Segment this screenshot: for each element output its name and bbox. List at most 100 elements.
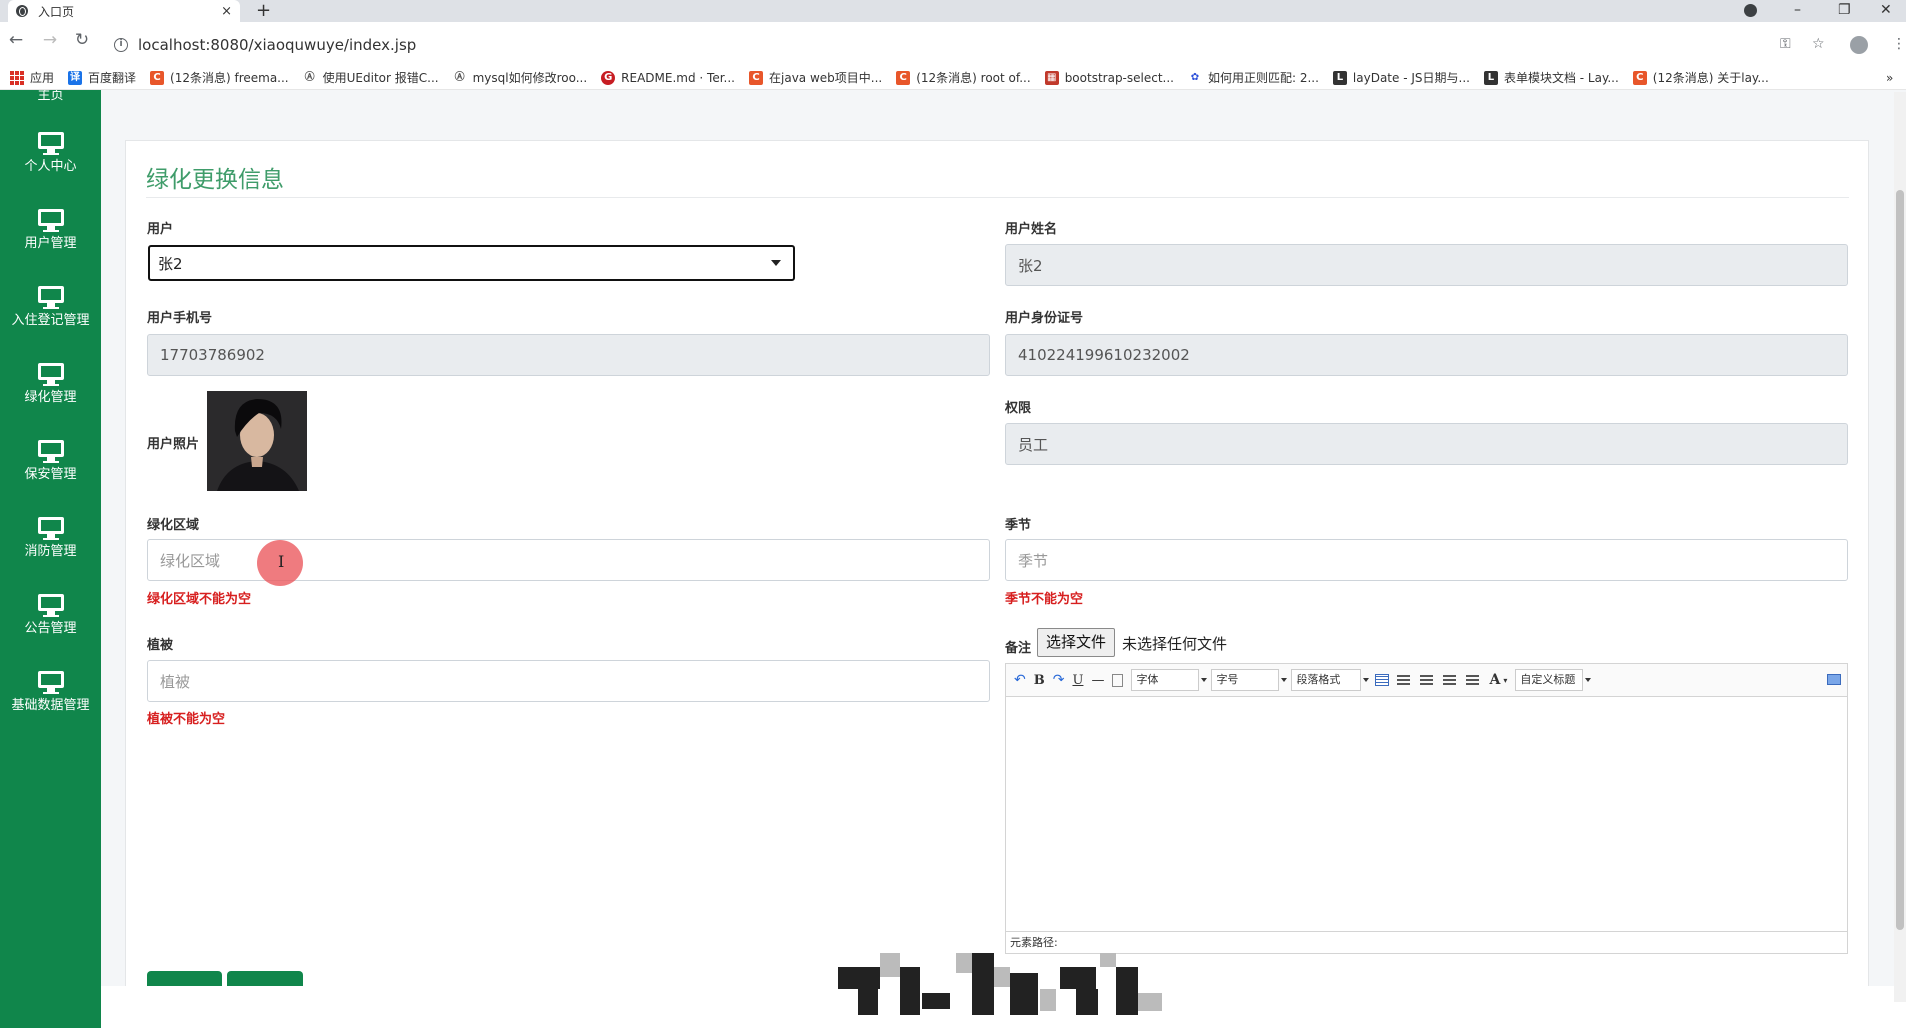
minimize-button[interactable]: – bbox=[1794, 0, 1801, 22]
bookmark-item[interactable]: C (12条消息) freema... bbox=[150, 69, 289, 86]
back-icon[interactable]: ← bbox=[4, 30, 28, 50]
close-window-button[interactable]: ✕ bbox=[1880, 0, 1892, 22]
pixelated-watermark bbox=[838, 953, 1183, 1015]
bookmark-item[interactable]: C (12条消息) 关于lay... bbox=[1632, 69, 1769, 86]
table-icon[interactable] bbox=[1375, 674, 1390, 686]
bookmarks-more-icon[interactable]: » bbox=[1886, 71, 1893, 85]
menu-dots-icon[interactable]: ⋮ bbox=[1892, 36, 1906, 52]
forward-icon[interactable]: → bbox=[38, 30, 62, 50]
profile-dropdown-icon[interactable] bbox=[1744, 0, 1758, 22]
bookmark-item[interactable]: Ⓐmysql如何修改roo... bbox=[452, 69, 587, 86]
font-size-select[interactable]: 字号 bbox=[1211, 669, 1288, 691]
sidebar-item-fire[interactable]: 消防管理 bbox=[0, 517, 101, 559]
editor-body[interactable] bbox=[1006, 697, 1847, 932]
gitee-icon: G bbox=[601, 70, 616, 85]
scrollbar-thumb[interactable] bbox=[1896, 190, 1904, 930]
bookmark-item[interactable]: ✿ 如何用正则匹配: 2... bbox=[1187, 69, 1319, 86]
key-icon[interactable]: ⚿ bbox=[1780, 36, 1791, 52]
align-justify-icon[interactable] bbox=[1466, 675, 1480, 685]
rich-text-editor: ↶ B ↷ U — 字体 字号 段落格式 A ▾ 自定义标题 元素路径: bbox=[1005, 663, 1848, 954]
star-icon[interactable]: ☆ bbox=[1812, 36, 1825, 52]
tab-close-icon[interactable]: × bbox=[221, 4, 232, 19]
vegetation-input[interactable]: 植被 bbox=[147, 660, 990, 702]
browser-tab[interactable]: 入口页 × bbox=[8, 0, 240, 22]
monitor-icon bbox=[37, 132, 64, 155]
monitor-icon bbox=[37, 209, 64, 232]
url-bar[interactable]: i localhost:8080/xiaoquwuye/index.jsp bbox=[104, 29, 1832, 61]
choose-file-button[interactable]: 选择文件 bbox=[1037, 628, 1116, 657]
underline-icon[interactable]: U bbox=[1072, 673, 1083, 688]
paragraph-format-select[interactable]: 段落格式 bbox=[1291, 669, 1370, 691]
user-photo bbox=[207, 391, 307, 491]
user-name-field[interactable]: 张2 bbox=[1005, 244, 1848, 286]
reload-icon[interactable]: ↻ bbox=[70, 30, 94, 50]
permission-field[interactable]: 员工 bbox=[1005, 423, 1848, 465]
green-area-label: 绿化区域 bbox=[147, 518, 200, 533]
undo-icon[interactable]: ↶ bbox=[1014, 672, 1026, 688]
csdn-icon: C bbox=[896, 70, 911, 85]
bookmark-item[interactable]: G README.md · Ter... bbox=[601, 70, 735, 85]
monitor-icon bbox=[37, 363, 64, 386]
sidebar: 主页 个人中心 用户管理 入住登记管理 绿化管理 保安管理 消防管理 公告管理 … bbox=[0, 90, 101, 1028]
align-left-icon[interactable] bbox=[1397, 675, 1411, 685]
align-center-icon[interactable] bbox=[1443, 675, 1457, 685]
page-title: 绿化更换信息 bbox=[146, 167, 284, 193]
translate-icon: 译 bbox=[68, 70, 83, 85]
sidebar-item-profile[interactable]: 个人中心 bbox=[0, 132, 101, 174]
align-right-icon[interactable] bbox=[1420, 675, 1434, 685]
season-label: 季节 bbox=[1005, 518, 1032, 533]
url-text: localhost:8080/xiaoquwuye/index.jsp bbox=[138, 36, 417, 54]
title-divider bbox=[146, 197, 1849, 198]
custom-title-select[interactable]: 自定义标题 bbox=[1515, 669, 1592, 691]
user-select[interactable]: 张2 bbox=[148, 245, 795, 281]
site-icon: Ⓐ bbox=[302, 70, 317, 85]
bookmark-item[interactable]: C (12条消息) root of... bbox=[896, 69, 1031, 86]
info-icon[interactable]: i bbox=[114, 38, 128, 52]
monitor-icon bbox=[37, 594, 64, 617]
page-icon[interactable] bbox=[1112, 673, 1124, 687]
bookmark-item[interactable]: LlayDate - JS日期与... bbox=[1332, 69, 1470, 86]
editor-toolbar: ↶ B ↷ U — 字体 字号 段落格式 A ▾ 自定义标题 bbox=[1006, 664, 1847, 697]
layui-icon: L bbox=[1483, 70, 1498, 85]
sidebar-item-notice[interactable]: 公告管理 bbox=[0, 594, 101, 636]
chevron-down-icon bbox=[771, 260, 781, 266]
apps-grid-icon[interactable] bbox=[10, 70, 24, 85]
site-icon: Ⓐ bbox=[452, 70, 467, 85]
monitor-icon bbox=[37, 440, 64, 463]
fullscreen-icon[interactable] bbox=[1827, 674, 1841, 685]
globe-icon bbox=[16, 5, 28, 17]
address-toolbar: ← → ↻ i localhost:8080/xiaoquwuye/index.… bbox=[0, 22, 1906, 70]
sidebar-item-greening[interactable]: 绿化管理 bbox=[0, 363, 101, 405]
remark-label: 备注 bbox=[1005, 641, 1032, 656]
horizontal-rule-icon[interactable]: — bbox=[1091, 673, 1104, 688]
bookmark-apps[interactable]: 应用 bbox=[30, 69, 54, 86]
sidebar-item-security[interactable]: 保安管理 bbox=[0, 440, 101, 482]
element-path-bar: 元素路径: bbox=[1006, 931, 1847, 953]
season-input[interactable]: 季节 bbox=[1005, 539, 1848, 581]
user-id-card-field[interactable]: 410224199610232002 bbox=[1005, 334, 1848, 376]
sidebar-item-checkin[interactable]: 入住登记管理 bbox=[0, 286, 101, 328]
redo-icon[interactable]: ↷ bbox=[1053, 672, 1065, 688]
tab-title: 入口页 bbox=[38, 4, 75, 19]
font-family-select[interactable]: 字体 bbox=[1131, 669, 1208, 691]
bookmark-item[interactable]: C 在java web项目中... bbox=[749, 69, 882, 86]
sidebar-item-home[interactable]: 主页 bbox=[0, 90, 101, 103]
sidebar-item-basic-data[interactable]: 基础数据管理 bbox=[0, 671, 101, 713]
baidu-icon: ✿ bbox=[1187, 70, 1202, 85]
monitor-icon bbox=[37, 517, 64, 540]
bookmark-item[interactable]: 译百度翻译 bbox=[68, 69, 136, 86]
user-phone-field[interactable]: 17703786902 bbox=[147, 334, 990, 376]
layui-icon: L bbox=[1332, 70, 1347, 85]
restore-button[interactable]: ❐ bbox=[1838, 0, 1851, 22]
csdn-icon: C bbox=[749, 70, 763, 85]
user-photo-label: 用户照片 bbox=[147, 437, 200, 452]
new-tab-button[interactable]: + bbox=[256, 0, 271, 22]
bold-icon[interactable]: B bbox=[1034, 673, 1045, 688]
bookmark-item[interactable]: Ⓐ 使用UEditor 报错C... bbox=[302, 69, 439, 86]
bookmark-item[interactable]: ▦ bootstrap-select... bbox=[1044, 70, 1174, 85]
user-phone-label: 用户手机号 bbox=[147, 311, 213, 326]
account-icon[interactable] bbox=[1850, 36, 1868, 58]
bookmark-item[interactable]: L 表单模块文档 - Lay... bbox=[1483, 69, 1619, 86]
font-color-icon[interactable]: A ▾ bbox=[1489, 672, 1507, 688]
sidebar-item-users[interactable]: 用户管理 bbox=[0, 209, 101, 251]
